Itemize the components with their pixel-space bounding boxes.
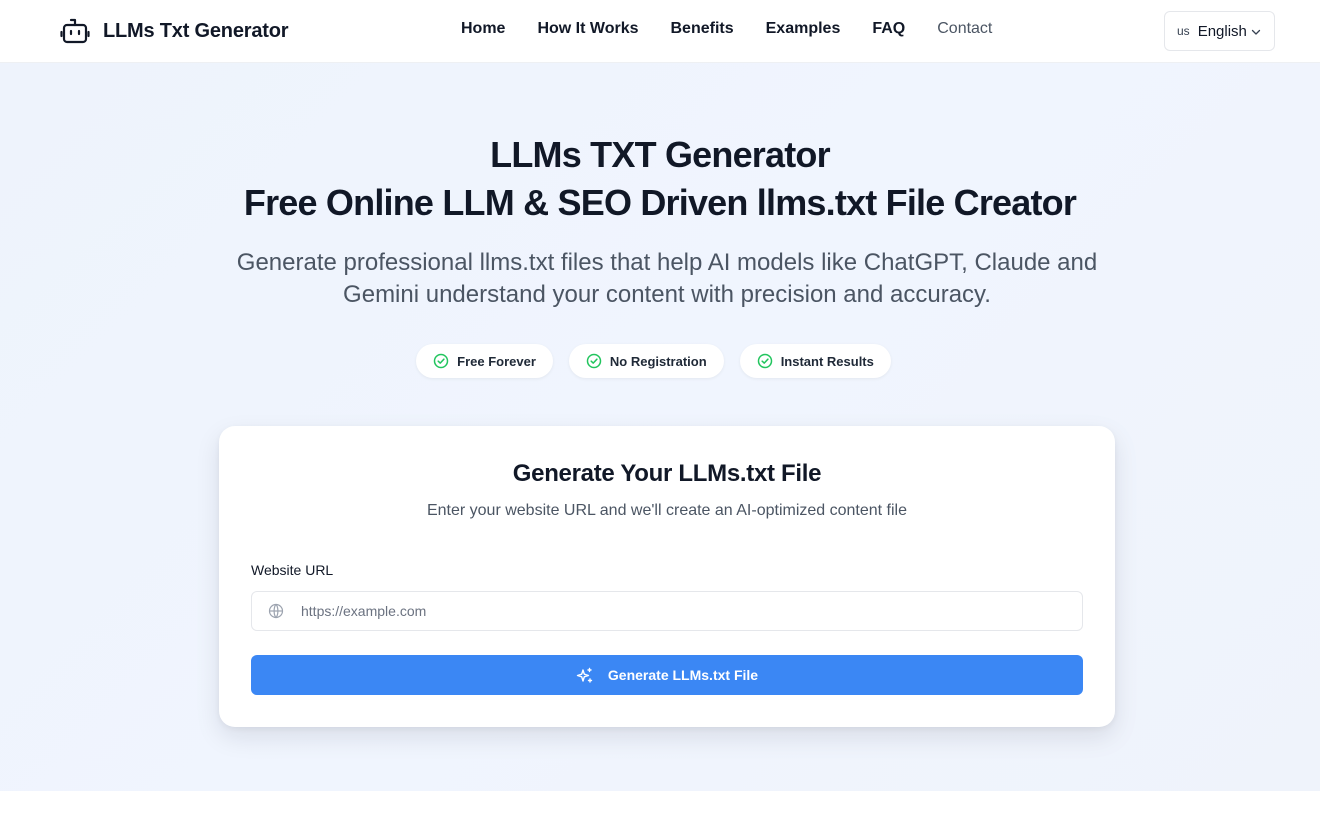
badge-label: No Registration bbox=[609, 353, 707, 369]
badge-label: Free Forever bbox=[457, 353, 536, 369]
robot-icon bbox=[60, 16, 90, 46]
hero-title-line-2: Free Online LLM & SEO Driven llms.txt Fi… bbox=[243, 182, 1077, 223]
nav-benefits[interactable]: Benefits bbox=[671, 20, 734, 38]
generate-button[interactable]: Generate LLMs.txt File bbox=[251, 655, 1083, 695]
language-flag: us bbox=[1177, 24, 1190, 38]
nav-contact[interactable]: Contact bbox=[937, 20, 992, 38]
badge-no-registration: No Registration bbox=[568, 344, 724, 378]
check-circle-icon bbox=[757, 353, 772, 369]
nav-home[interactable]: Home bbox=[461, 20, 505, 38]
website-url-field bbox=[251, 591, 1083, 631]
generator-card: Generate Your LLMs.txt File Enter your w… bbox=[219, 426, 1115, 727]
feature-badges: Free Forever No Registration Instant Res… bbox=[0, 344, 1320, 378]
nav-how-it-works[interactable]: How It Works bbox=[537, 20, 638, 38]
hero-subtitle: Generate professional llms.txt files tha… bbox=[236, 249, 1098, 308]
chevron-down-icon bbox=[1250, 25, 1262, 37]
badge-label: Instant Results bbox=[780, 353, 874, 369]
brand-logo-link[interactable]: LLMs Txt Generator bbox=[60, 16, 289, 46]
website-url-label: Website URL bbox=[251, 562, 334, 578]
badge-free-forever: Free Forever bbox=[416, 344, 553, 378]
generate-button-label: Generate LLMs.txt File bbox=[607, 667, 759, 683]
hero-title: LLMs TXT Generator Free Online LLM & SEO… bbox=[0, 131, 1320, 227]
sparkles-icon bbox=[576, 667, 593, 683]
nav-examples[interactable]: Examples bbox=[766, 20, 841, 38]
badge-instant-results: Instant Results bbox=[739, 344, 891, 378]
language-label: English bbox=[1197, 22, 1247, 40]
site-header: LLMs Txt Generator Home How It Works Ben… bbox=[0, 0, 1320, 63]
website-url-input[interactable] bbox=[301, 603, 1081, 619]
main-nav: Home How It Works Benefits Examples FAQ … bbox=[461, 20, 992, 38]
card-title: Generate Your LLMs.txt File bbox=[512, 460, 822, 487]
brand-title: LLMs Txt Generator bbox=[103, 19, 289, 42]
nav-faq[interactable]: FAQ bbox=[872, 20, 905, 38]
card-subtitle: Enter your website URL and we'll create … bbox=[426, 502, 908, 519]
check-circle-icon bbox=[433, 353, 449, 369]
hero-section: LLMs TXT Generator Free Online LLM & SEO… bbox=[0, 63, 1320, 791]
check-circle-icon bbox=[586, 353, 602, 369]
language-selector[interactable]: us English bbox=[1164, 11, 1275, 51]
globe-icon bbox=[268, 603, 284, 619]
hero-title-line-1: LLMs TXT Generator bbox=[490, 134, 830, 175]
